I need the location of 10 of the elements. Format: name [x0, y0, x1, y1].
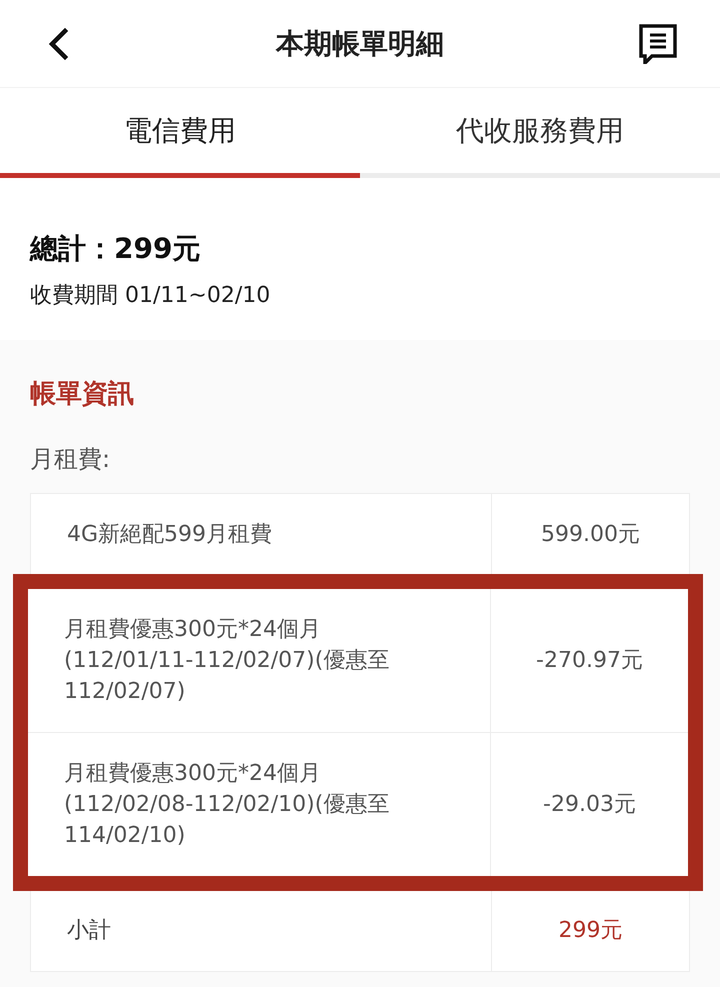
tab[interactable]: 電信費用 [0, 88, 360, 178]
page-title: 本期帳單明細 [274, 26, 445, 62]
section-label: 月租費: [30, 444, 112, 475]
billing-period: 收費期間 01/11~02/10 [30, 282, 272, 310]
section-title: 帳單資訊 [30, 378, 135, 411]
message-icon [639, 24, 677, 64]
back-icon [47, 28, 69, 60]
total-amount: 總計：299元 [30, 231, 202, 267]
message-button[interactable] [638, 22, 678, 64]
tab[interactable]: 代收服務費用 [360, 88, 720, 178]
